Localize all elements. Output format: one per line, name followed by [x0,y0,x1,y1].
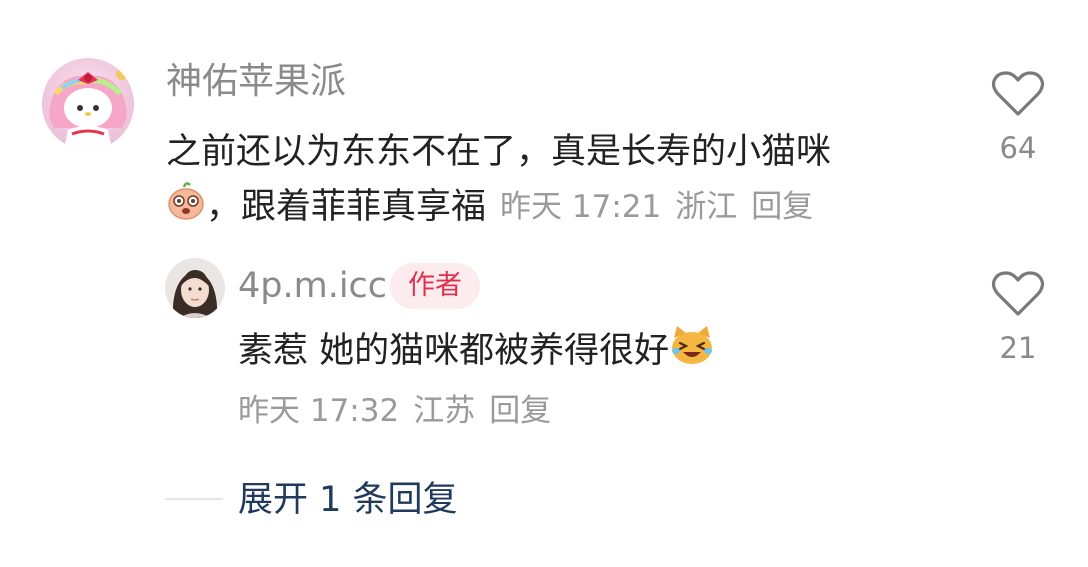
reply-time: 昨天 17:32 [238,393,400,429]
like-count: 64 [999,131,1037,165]
laughing-cat-emoji [669,324,715,378]
comment-meta: 昨天 17:21 浙江 回复 [500,184,827,230]
reply-meta: 昨天 17:32 江苏 回复 [238,389,565,433]
reply-location: 江苏 [413,393,476,429]
reply-reply-button[interactable]: 回复 [489,393,551,429]
reply-username[interactable]: 4p.m.icc [238,264,387,308]
reply-avatar-image [165,258,225,318]
expand-divider [165,498,223,500]
expand-replies-button[interactable]: 展开 1 条回复 [238,477,458,523]
heart-icon [991,271,1045,316]
avatar[interactable] [42,58,134,150]
author-badge: 作者 [390,263,480,309]
comment-thread: 神佑苹果派 之前还以为东东不在了，真是长寿的小猫咪 ，跟着菲菲真享福 昨天 17… [0,0,1088,567]
heart-icon [991,71,1045,116]
reply-like-button[interactable]: 21 [988,270,1048,366]
username[interactable]: 神佑苹果派 [166,60,346,104]
reply-avatar[interactable] [165,258,225,318]
reply-like-count: 21 [999,331,1037,365]
comment-location: 浙江 [675,189,738,225]
reply-button[interactable]: 回复 [751,189,813,225]
like-button[interactable]: 64 [988,70,1048,166]
comment-time: 昨天 17:21 [500,189,662,225]
comment-text-line1: 之前还以为东东不在了，真是长寿的小猫咪 [166,132,832,172]
reply-text-content: 素惹 她的猫咪都被养得很好 [238,331,670,371]
comment-text-line2-content: ，跟着菲菲真享福 [206,187,487,227]
reply-text: 素惹 她的猫咪都被养得很好 [238,324,715,378]
comment-text-line2: ，跟着菲菲真享福 昨天 17:21 浙江 回复 [166,181,827,233]
avatar-image [42,58,134,150]
pig-face-emoji [166,181,206,233]
